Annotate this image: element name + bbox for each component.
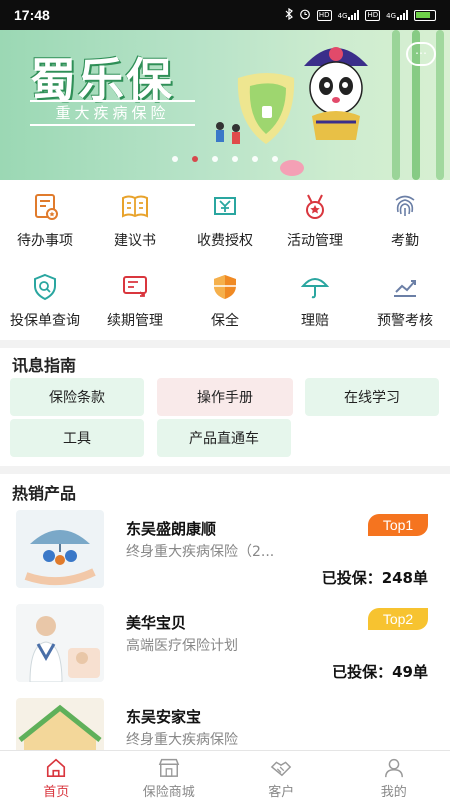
grid-item-label: 活动管理 (287, 233, 343, 249)
product-description: 高端医疗保险计划 (126, 638, 238, 654)
people-illustration (216, 122, 240, 144)
grid-item-renewal[interactable]: 续期管理 (90, 260, 180, 340)
bottom-tab-bar: 首页 保险商城 客户 我的 (0, 750, 450, 800)
app-root: 17:48 HD 4G HD 4G 蜀乐保 重大疾病保险 ⋯ 待办事项 建议书 … (0, 0, 450, 800)
product-name: 美华宝贝 (126, 614, 187, 632)
guide-button[interactable]: 保险条款 (10, 378, 144, 416)
grid-item-todo[interactable]: 待办事项 (0, 180, 90, 260)
tab-label: 我的 (380, 785, 407, 800)
chat-bubble-icon[interactable]: ⋯ (406, 42, 436, 66)
product-description: 终身重大疾病保险 (126, 732, 238, 748)
grid-item-medal[interactable]: 活动管理 (270, 180, 360, 260)
payment-auth-icon (214, 197, 236, 215)
carousel-dot[interactable] (212, 156, 218, 162)
policy-count: 已投保：49单 (332, 663, 428, 681)
guide-button[interactable]: 工具 (10, 419, 144, 457)
home-icon (47, 758, 66, 777)
policy-count: 已投保：248单 (321, 569, 428, 587)
carousel-dot[interactable] (272, 156, 278, 162)
store-icon (158, 758, 179, 777)
feature-grid: 待办事项 建议书 收费授权 活动管理 考勤投保单查询 续期管理 保全 理赔 预警考核 (0, 180, 450, 340)
network-type-1: 4G (337, 12, 348, 20)
product-description: 终身重大疾病保险（2... (126, 544, 275, 560)
product-image (16, 510, 104, 588)
guide-button[interactable]: 在线学习 (305, 378, 439, 416)
tab-person[interactable]: 我的 (338, 751, 450, 800)
grid-item-label: 保全 (211, 313, 239, 329)
carousel-dot[interactable] (172, 156, 178, 162)
person-icon (384, 758, 403, 778)
medal-icon (306, 194, 324, 219)
tab-handshake[interactable]: 客户 (225, 751, 338, 800)
book-icon (122, 195, 148, 218)
tab-home[interactable]: 首页 (0, 751, 113, 800)
grid-item-trend-chart[interactable]: 预警考核 (360, 260, 450, 340)
grid-item-label: 续期管理 (107, 313, 163, 329)
product-image (16, 604, 104, 682)
todo-icon (35, 194, 58, 220)
grid-item-label: 预警考核 (377, 313, 433, 329)
grid-item-label: 投保单查询 (10, 313, 80, 329)
grid-item-label: 建议书 (114, 233, 156, 249)
panda-mascot-illustration (304, 47, 368, 140)
umbrella-icon (300, 278, 330, 299)
promo-banner[interactable]: 蜀乐保 重大疾病保险 ⋯ (0, 30, 450, 180)
section-divider (0, 340, 450, 348)
grid-item-label: 考勤 (391, 233, 419, 249)
carousel-dot[interactable] (252, 156, 258, 162)
search-doc-icon (34, 273, 56, 301)
hd-badge-1: HD (316, 9, 332, 21)
alarm-icon (299, 8, 311, 23)
tab-label: 首页 (43, 785, 70, 800)
status-bar: 17:48 HD 4G HD 4G (0, 0, 450, 30)
grid-item-payment-auth[interactable]: 收费授权 (180, 180, 270, 260)
product-card[interactable]: 东吴盛朗康顺终身重大疾病保险（2... Top1 已投保：248单 (0, 510, 450, 605)
bluetooth-icon (285, 7, 293, 23)
guide-button[interactable]: 操作手册 (157, 378, 293, 416)
carousel-dot[interactable] (192, 156, 198, 162)
handshake-icon (270, 761, 292, 777)
grid-item-umbrella[interactable]: 理赔 (270, 260, 360, 340)
tab-store[interactable]: 保险商城 (113, 751, 226, 800)
tab-label: 保险商城 (142, 785, 195, 800)
fingerprint-icon (395, 195, 415, 216)
product-card[interactable]: 美华宝贝高端医疗保险计划 Top2 已投保：49单 (0, 604, 450, 699)
hot-products-title: 热销产品 (12, 484, 77, 503)
grid-item-fingerprint[interactable]: 考勤 (360, 180, 450, 260)
rank-badge: Top1 (368, 514, 428, 536)
tab-label: 客户 (268, 785, 295, 800)
status-icons: HD 4G HD 4G (285, 7, 436, 23)
carousel-dot[interactable] (232, 156, 238, 162)
grid-item-shield[interactable]: 保全 (180, 260, 270, 340)
network-type-2: 4G (386, 12, 396, 20)
renewal-icon (123, 276, 147, 297)
grid-item-label: 理赔 (301, 313, 329, 329)
guide-button[interactable]: 产品直通车 (157, 419, 291, 457)
banner-subtitle: 重大疾病保险 (30, 100, 195, 126)
guide-section-title: 讯息指南 (12, 356, 77, 375)
trend-chart-icon (394, 280, 416, 297)
section-divider (0, 466, 450, 474)
rank-badge: Top2 (368, 608, 428, 630)
product-name: 东吴安家宝 (126, 708, 202, 726)
signal-icon-1: 4G (338, 10, 360, 20)
carousel-dots[interactable] (0, 156, 450, 162)
status-time: 17:48 (14, 7, 50, 23)
grid-item-label: 待办事项 (17, 233, 73, 249)
battery-icon (414, 9, 436, 21)
product-name: 东吴盛朗康顺 (126, 520, 217, 538)
grid-item-label: 收费授权 (197, 233, 253, 249)
grid-item-book[interactable]: 建议书 (90, 180, 180, 260)
shield-icon (214, 275, 236, 299)
signal-icon-2: 4G (386, 10, 408, 20)
hd-badge-2: HD (365, 9, 381, 21)
grid-item-search-doc[interactable]: 投保单查询 (0, 260, 90, 340)
